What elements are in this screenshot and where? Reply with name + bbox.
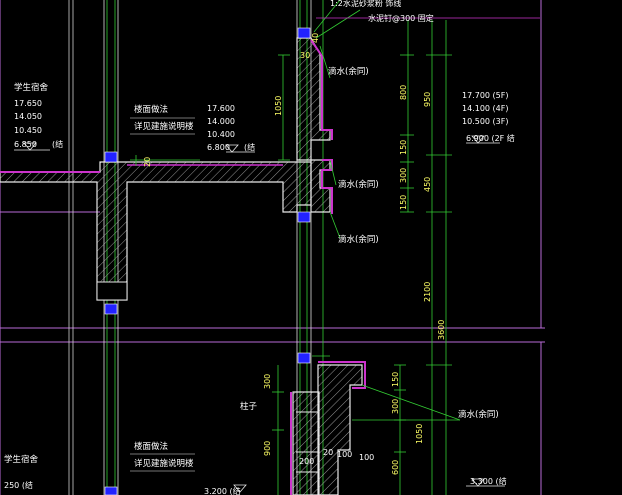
- dim-450: 450: [423, 177, 432, 192]
- dim-300-a: 300: [399, 168, 408, 183]
- elev-left-5: (结: [52, 139, 63, 149]
- elev-right-3: 10.500 (3F): [462, 117, 508, 126]
- column-marker: [297, 352, 311, 364]
- top-note-2: 水泥钉@300 固定: [368, 13, 434, 23]
- column-marker: [297, 211, 311, 223]
- elev-left-1: 17.650: [14, 99, 42, 108]
- dim-150-b: 150: [399, 195, 408, 210]
- leader-lines: [312, 0, 540, 421]
- drip-label-1: 滴水(余同): [328, 66, 369, 77]
- elev-bottom-mid: 3.200 (结: [204, 486, 241, 495]
- floor-note-lower-1: 楼面做法: [134, 441, 168, 452]
- dim-150-a: 150: [399, 140, 408, 155]
- drip-label-4: 滴水(余同): [458, 409, 499, 420]
- dim-600: 600: [391, 460, 400, 475]
- drip-label-2: 滴水(余同): [338, 179, 379, 190]
- elev-left-3: 10.450: [14, 126, 42, 135]
- drip-label-3: 滴水(余同): [338, 234, 379, 245]
- cad-drawing-canvas[interactable]: 1:2水泥砂浆粉 饰线 水泥钉@300 固定 学生宿舍 17.650 14.05…: [0, 0, 622, 495]
- dim-800: 800: [399, 85, 408, 100]
- lower-floor-detail: [290, 361, 366, 495]
- dim-900: 900: [263, 441, 272, 456]
- elev-mid-1: 17.600: [207, 104, 235, 113]
- dim-20: 20: [323, 448, 333, 457]
- dim-200: 200: [299, 457, 314, 466]
- elev-mid-2: 14.000: [207, 117, 235, 126]
- column-label: 柱子: [240, 401, 258, 412]
- dim-20-top: 20: [143, 157, 152, 167]
- elev-bottom-right: 3.300 (结: [470, 476, 507, 486]
- elev-mid-5: (结: [244, 142, 255, 152]
- dim-300-b: 300: [263, 374, 272, 389]
- dim-40: 40: [311, 33, 320, 43]
- dim-100-b: 100: [359, 453, 374, 462]
- floor-note-upper-2: 详见建施说明楼: [134, 121, 194, 132]
- floor-note-lower-2: 详见建施说明楼: [134, 458, 194, 469]
- dim-30: 30: [300, 51, 310, 60]
- elev-left-4: 6.850: [14, 140, 37, 149]
- dorm-label-lower: 学生宿舍: [4, 454, 39, 465]
- elev-bottom-left: 250 (结: [4, 480, 33, 490]
- elev-left-2: 14.050: [14, 112, 42, 121]
- upper-floor-slab: [0, 161, 312, 301]
- top-note-1: 1:2水泥砂浆粉 饰线: [330, 0, 401, 8]
- column-marker: [104, 303, 118, 315]
- dim-950: 950: [423, 92, 432, 107]
- dim-300-c: 300: [391, 399, 400, 414]
- dim-1050-right: 1050: [415, 424, 424, 444]
- dorm-label-upper: 学生宿舍: [14, 82, 49, 93]
- elev-right-2: 14.100 (4F): [462, 104, 508, 113]
- dim-2100: 2100: [423, 282, 432, 302]
- dim-3600: 3600: [437, 320, 446, 340]
- column-marker: [104, 486, 118, 495]
- column-marker: [297, 27, 311, 39]
- elev-mid-3: 10.400: [207, 130, 235, 139]
- elev-right-4: 6.900 (2F 结: [466, 133, 515, 143]
- grid-lines: [0, 0, 545, 495]
- dim-1050-left: 1050: [274, 96, 283, 116]
- column-marker: [104, 151, 118, 163]
- dim-150-c: 150: [391, 372, 400, 387]
- dim-100-a: 100: [337, 450, 352, 459]
- elev-right-1: 17.700 (5F): [462, 91, 508, 100]
- floor-note-upper-1: 楼面做法: [134, 104, 168, 115]
- elev-mid-4: 6.800: [207, 143, 230, 152]
